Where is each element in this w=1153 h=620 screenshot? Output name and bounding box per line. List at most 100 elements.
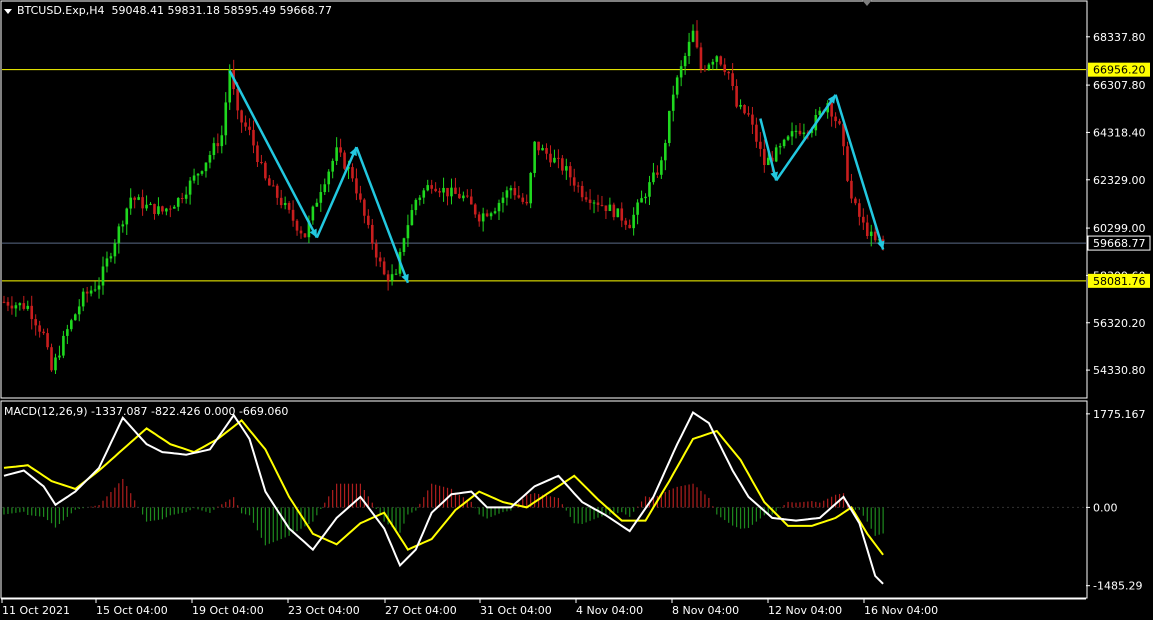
candle-body [454,187,457,194]
candle-body [493,211,497,214]
candle-body [497,202,501,212]
candle-body [38,325,41,332]
dropdown-triangle-icon[interactable] [4,8,12,14]
candle-body [252,129,255,146]
high-value: 59831.18 [167,4,221,17]
candle-body [224,102,228,136]
candle-body [390,274,394,281]
candle-body [335,147,338,161]
candle-body [327,171,331,185]
level-price-label: 66956.20 [1093,64,1146,77]
candle-body [766,157,770,166]
candle-body [707,64,711,70]
candle-body [751,114,754,125]
candle-body [723,64,727,72]
candle-body [374,243,378,258]
candle-body [22,303,26,309]
candle-body [446,187,449,197]
candle-body [165,208,168,212]
candle-body [240,110,243,123]
candle-body [279,197,283,206]
candle-body [50,347,53,371]
candle-body [85,291,89,294]
candle-body [34,319,37,326]
time-axis-label: 11 Oct 2021 [2,604,70,617]
candle-body [588,199,592,204]
candle-body [679,66,683,78]
candle-body [256,145,259,163]
candle-body [628,224,631,229]
candle-body [161,206,164,212]
current-price-label: 59668.77 [1093,237,1146,250]
symbol-header: BTCUSD.Exp,H4 59048.41 59831.18 58595.49… [4,4,332,17]
candle-body [786,136,790,140]
candle-body [291,209,295,221]
candle-body [838,121,841,124]
candle-body [778,146,782,148]
candle-body [216,143,220,147]
candle-body [331,160,334,172]
candle-body [553,157,556,163]
candle-body [30,305,34,320]
candle-body [675,77,679,95]
candle-body [466,195,469,197]
candle-body [434,188,437,192]
candle-body [10,305,14,309]
candle-body [180,198,184,200]
macd-label: MACD(12,26,9) [4,405,88,418]
candle-body [315,202,319,207]
candle-body [529,172,532,204]
macd-axis-label: 1775.167 [1093,408,1146,421]
candle-body [850,180,853,199]
candle-body [735,85,738,107]
candle-body [271,185,275,187]
candle-body [640,198,643,203]
candle-body [513,188,517,196]
trading-chart[interactable]: 68337.80 66307.80 64318.40 62329.00 60299.00… [0,0,1153,620]
candle-body [117,226,121,244]
candle-body [830,103,833,117]
candle-body [157,206,160,214]
candle-body [580,185,584,198]
candle-body [363,199,366,216]
candle-body [557,157,560,159]
candle-body [414,199,418,211]
candle-body [525,201,529,204]
candle-body [798,130,802,135]
candle-body [77,306,81,315]
candle-body [644,196,647,199]
candle-body [236,89,239,111]
candle-body [303,233,307,238]
candle-body [489,213,493,217]
candle-body [561,158,564,171]
candle-body [608,204,612,211]
candle-body [485,213,489,217]
candle-body [862,216,865,223]
candle-body [731,73,734,86]
candle-body [220,135,224,147]
candle-body [58,355,61,358]
candle-body [402,238,406,252]
candle-body [521,197,525,202]
candle-body [596,202,600,205]
candle-body [248,126,251,130]
candle-body [695,30,699,48]
candle-body [18,303,22,306]
candle-body [129,197,133,209]
time-axis-label: 23 Oct 04:00 [288,604,360,617]
candle-body [319,192,323,203]
candle-body [477,214,481,222]
candle-body [153,203,156,214]
candle-body [604,205,608,211]
candle-body [339,147,342,153]
candle-body [719,56,723,65]
candle-body [42,331,45,334]
candle-body [418,197,422,200]
candle-body [422,190,426,198]
time-axis-label: 31 Oct 04:00 [480,604,552,617]
candle-body [846,146,849,181]
candle-body [125,208,129,225]
candle-body [2,301,6,303]
macd-header: MACD(12,26,9) -1337.087 -822.426 0.000 -… [4,405,288,418]
candle-body [351,167,354,179]
